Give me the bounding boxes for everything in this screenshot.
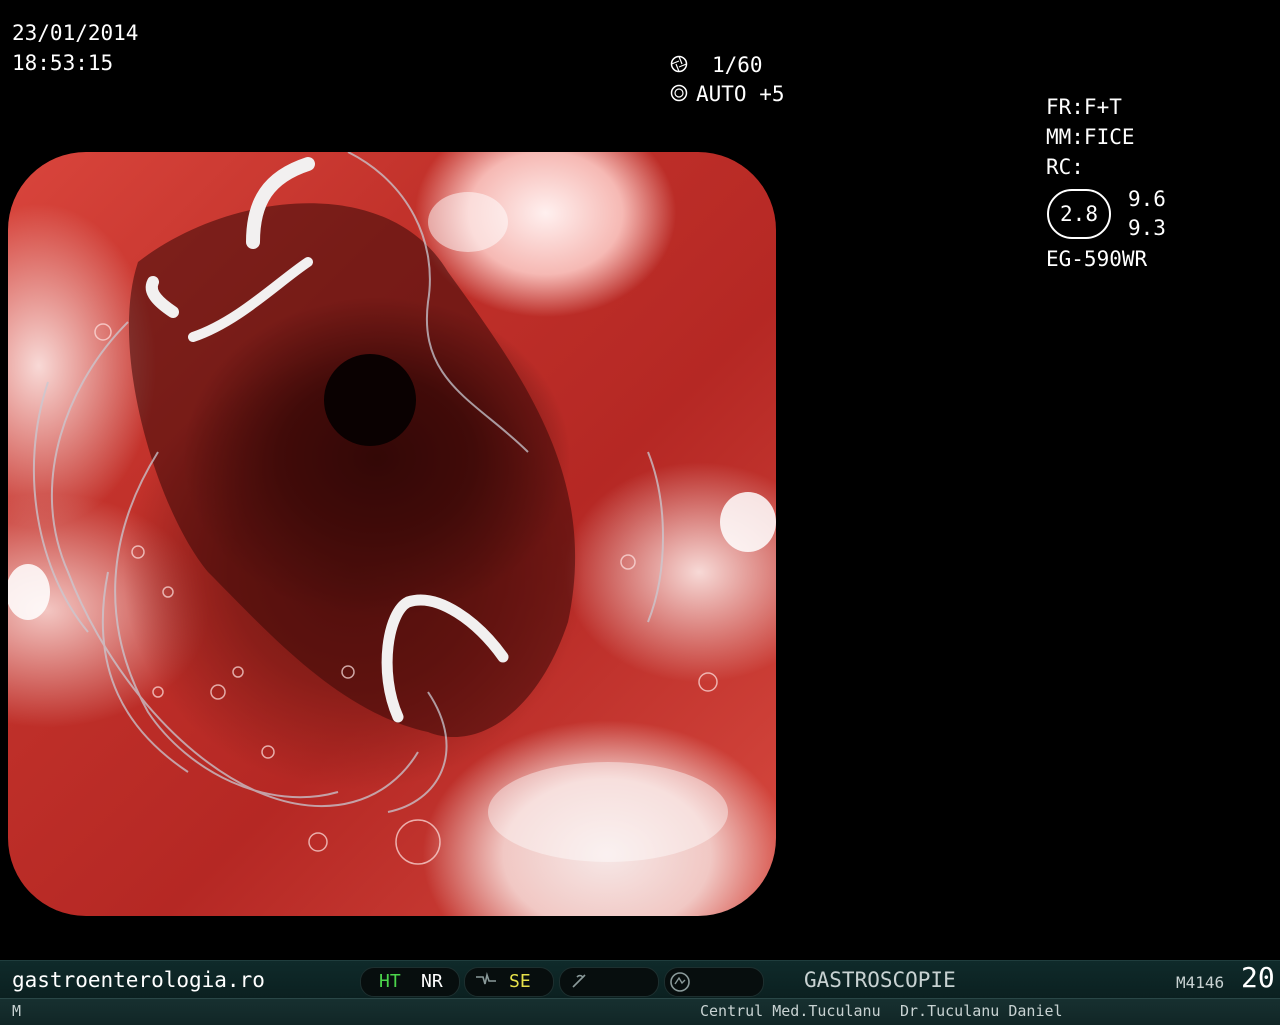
nr-label: NR xyxy=(421,971,443,992)
footer-mode: M xyxy=(12,1002,22,1020)
record-icon xyxy=(669,971,691,999)
endoscopic-image xyxy=(8,152,776,916)
rc-setting: RC: xyxy=(1046,155,1084,179)
value-bottom: 9.3 xyxy=(1128,216,1166,240)
record-indicator xyxy=(664,967,764,997)
se-indicator: SE xyxy=(464,967,554,997)
time-text: 18:53:15 xyxy=(12,51,114,75)
circle-value: 2.8 xyxy=(1047,189,1111,239)
website-label: gastroenterologia.ro xyxy=(12,968,265,992)
freeze-indicator xyxy=(559,967,659,997)
scope-model: EG-590WR xyxy=(1046,247,1148,271)
iris-icon xyxy=(670,84,688,102)
freeze-icon xyxy=(570,972,588,996)
shutter-speed: 1/60 xyxy=(712,53,763,77)
procedure-label: GASTROSCOPIE xyxy=(804,968,956,992)
shutter-icon xyxy=(670,55,688,73)
exposure-mode: AUTO +5 xyxy=(696,82,785,106)
ht-label: HT xyxy=(379,971,401,992)
structure-enhance-icon xyxy=(475,972,497,996)
clinic-label: Centrul Med.Tuculanu xyxy=(700,1002,881,1020)
ht-nr-indicator: HT NR xyxy=(360,967,460,997)
fr-setting: FR:F+T xyxy=(1046,95,1122,119)
date-text: 23/01/2014 xyxy=(12,21,139,45)
status-bar: gastroenterologia.ro HT NR SE GASTROSCOP… xyxy=(0,960,1280,999)
mm-setting: MM:FICE xyxy=(1046,125,1135,149)
se-label: SE xyxy=(509,971,531,992)
number-label: 20 xyxy=(1241,961,1275,994)
footer-bar: M Centrul Med.Tuculanu Dr.Tuculanu Danie… xyxy=(0,998,1280,1025)
doctor-label: Dr.Tuculanu Daniel xyxy=(900,1002,1063,1020)
value-top: 9.6 xyxy=(1128,187,1166,211)
code-label: M4146 xyxy=(1176,973,1225,992)
